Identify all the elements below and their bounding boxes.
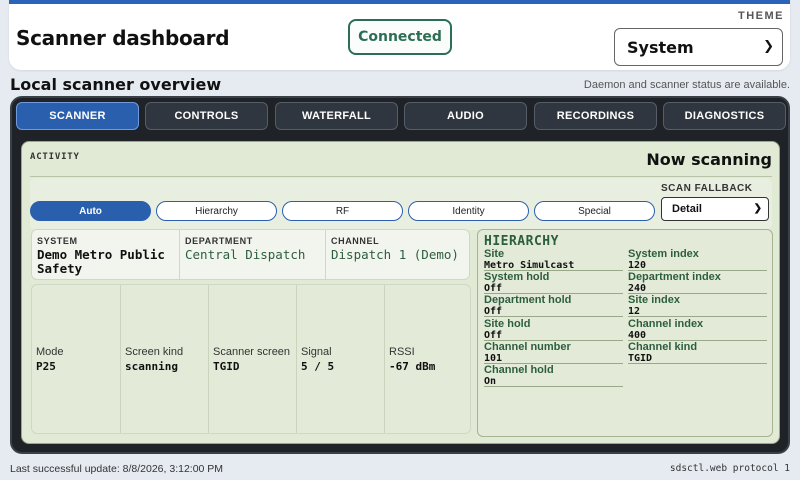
section-title: Local scanner overview — [10, 75, 222, 94]
hierarchy-label: Channel number — [484, 341, 571, 353]
scan-fallback-select[interactable]: Detail ❯ — [661, 197, 769, 221]
activity-label: ACTIVITY — [30, 152, 80, 162]
hierarchy-item-site-index: Site index 12 — [628, 294, 767, 317]
metric-mode: Mode P25 — [32, 285, 120, 433]
hierarchy-value: On — [484, 376, 497, 387]
theme-select-value: System — [627, 37, 694, 57]
hierarchy-item-department-hold: Department hold Off — [484, 294, 623, 317]
mode-button-special[interactable]: Special — [534, 201, 655, 221]
metric-label: Signal — [301, 345, 332, 358]
scanner-device-frame: SCANNER CONTROLS WATERFALL AUDIO RECORDI… — [10, 96, 790, 454]
theme-label: THEME — [738, 10, 784, 22]
hierarchy-item-site: Site Metro Simulcast — [484, 248, 623, 271]
chevron-down-icon: ❯ — [763, 39, 774, 54]
scan-fallback-value: Detail — [672, 203, 702, 215]
hierarchy-item-department-index: Department index 240 — [628, 271, 767, 294]
hierarchy-value: 240 — [628, 283, 647, 294]
hierarchy-value: 12 — [628, 306, 641, 317]
metrics-panel: Mode P25 Screen kind scanning Scanner sc… — [31, 284, 471, 434]
mode-button-hierarchy[interactable]: Hierarchy — [156, 201, 277, 221]
tab-recordings[interactable]: RECORDINGS — [534, 102, 657, 130]
hierarchy-item-system-index: System index 120 — [628, 248, 767, 271]
mode-button-rf[interactable]: RF — [282, 201, 403, 221]
metric-value: scanning — [125, 359, 178, 373]
tab-controls[interactable]: CONTROLS — [145, 102, 268, 130]
metric-value: -67 dBm — [389, 359, 436, 373]
channel-label: CHANNEL — [331, 236, 380, 246]
hierarchy-label: Department hold — [484, 294, 572, 306]
metric-value: TGID — [213, 359, 240, 373]
hierarchy-label: Channel index — [628, 318, 704, 330]
header-card: Scanner dashboard Connected THEME System… — [9, 0, 790, 70]
metric-rssi: RSSI -67 dBm — [384, 285, 472, 433]
chevron-down-icon: ❯ — [753, 203, 762, 214]
hierarchy-label: Channel kind — [628, 341, 698, 353]
hierarchy-value: Off — [484, 306, 503, 317]
department-info: DEPARTMENT Central Dispatch — [179, 230, 326, 279]
system-value: Demo Metro Public Safety — [37, 247, 165, 276]
channel-value: Dispatch 1 (Demo) — [331, 247, 459, 262]
tab-scanner[interactable]: SCANNER — [16, 102, 139, 130]
scan-mode-row: Auto Hierarchy RF Identity Special SCAN … — [30, 178, 772, 230]
metric-screen-kind: Screen kind scanning — [120, 285, 208, 433]
metric-label: Scanner screen — [213, 345, 291, 358]
section-note: Daemon and scanner status are available. — [583, 79, 790, 91]
last-update-text: Last successful update: 8/8/2026, 3:12:0… — [10, 463, 224, 475]
metric-value: 5 / 5 — [301, 359, 335, 373]
hierarchy-value: 101 — [484, 353, 503, 364]
metric-label: RSSI — [389, 345, 415, 358]
metric-label: Mode — [36, 345, 64, 358]
channel-info-box: SYSTEM Demo Metro Public Safety DEPARTME… — [31, 229, 470, 280]
hierarchy-label: Department index — [628, 271, 721, 283]
app-title: Scanner dashboard — [16, 26, 230, 50]
metric-signal: Signal 5 / 5 — [296, 285, 384, 433]
activity-status: Now scanning — [646, 150, 772, 169]
hierarchy-value: Off — [484, 283, 503, 294]
connection-status-badge: Connected — [348, 19, 452, 55]
system-label: SYSTEM — [37, 236, 78, 246]
scan-fallback-label: SCAN FALLBACK — [661, 183, 753, 194]
hierarchy-item-system-hold: System hold Off — [484, 271, 623, 294]
hierarchy-title: HIERARCHY — [484, 234, 559, 249]
metric-value: P25 — [36, 359, 56, 373]
hierarchy-label: Site — [484, 248, 505, 260]
tab-waterfall[interactable]: WATERFALL — [275, 102, 398, 130]
hierarchy-value: 120 — [628, 260, 647, 271]
system-info: SYSTEM Demo Metro Public Safety — [32, 230, 180, 279]
hierarchy-panel: HIERARCHY Site Metro Simulcast System in… — [477, 229, 773, 437]
hierarchy-label: Site index — [628, 294, 680, 306]
hierarchy-item-channel-index: Channel index 400 — [628, 318, 767, 341]
tab-diagnostics[interactable]: DIAGNOSTICS — [663, 102, 786, 130]
theme-select[interactable]: System ❯ — [614, 28, 783, 66]
hierarchy-label: System index — [628, 248, 699, 260]
mode-button-identity[interactable]: Identity — [408, 201, 529, 221]
protocol-version-text: sdsctl.web protocol 1 — [669, 463, 790, 474]
department-value: Central Dispatch — [185, 247, 306, 262]
hierarchy-label: System hold — [484, 271, 550, 283]
hierarchy-item-channel-hold: Channel hold On — [484, 364, 623, 387]
metric-scanner-screen: Scanner screen TGID — [208, 285, 296, 433]
mode-button-auto[interactable]: Auto — [30, 201, 151, 221]
hierarchy-label: Site hold — [484, 318, 531, 330]
hierarchy-value: 400 — [628, 330, 647, 341]
hierarchy-label: Channel hold — [484, 364, 554, 376]
divider — [30, 176, 772, 177]
hierarchy-value: Metro Simulcast — [484, 260, 575, 271]
department-label: DEPARTMENT — [185, 236, 253, 246]
hierarchy-item-channel-kind: Channel kind TGID — [628, 341, 767, 364]
hierarchy-item-site-hold: Site hold Off — [484, 318, 623, 341]
hierarchy-value: Off — [484, 330, 503, 341]
scanner-screen: ACTIVITY Now scanning Auto Hierarchy RF … — [21, 141, 780, 444]
channel-info: CHANNEL Dispatch 1 (Demo) — [325, 230, 469, 279]
hierarchy-item-channel-number: Channel number 101 — [484, 341, 623, 364]
hierarchy-value: TGID — [628, 353, 653, 364]
tab-audio[interactable]: AUDIO — [404, 102, 527, 130]
metric-label: Screen kind — [125, 345, 184, 358]
